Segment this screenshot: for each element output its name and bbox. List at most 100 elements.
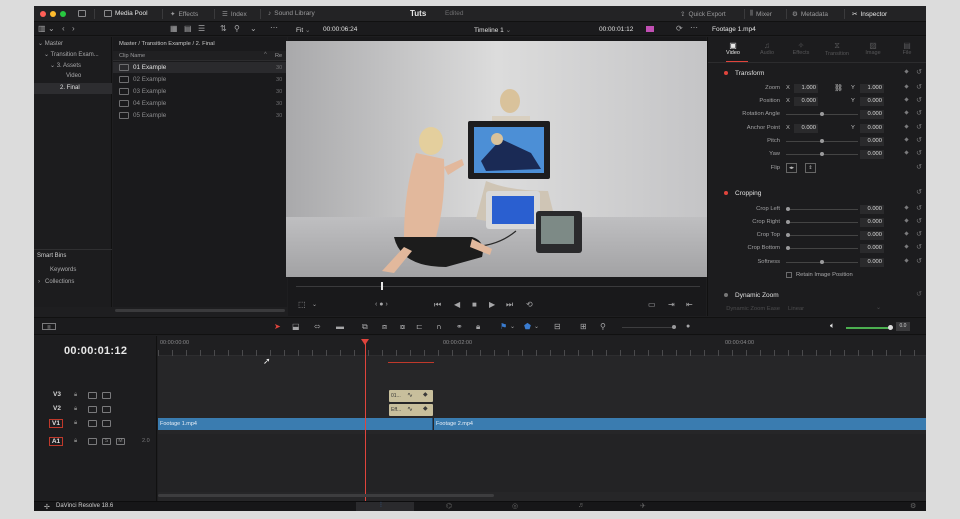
crop-right-slider[interactable]: [786, 220, 858, 224]
nav-forward-icon[interactable]: ›: [72, 25, 75, 33]
page-color-icon[interactable]: ◎: [512, 502, 518, 510]
slider-knob[interactable]: [786, 246, 790, 250]
reset-icon[interactable]: ↺: [916, 163, 922, 171]
track-name[interactable]: A1: [49, 437, 63, 446]
safe-area-icon[interactable]: ▭: [648, 301, 656, 309]
flip-vertical-icon[interactable]: ⇕: [805, 163, 816, 173]
play-reverse-icon[interactable]: ◀: [454, 301, 460, 309]
viewer-zoom-select[interactable]: Fit ⌄: [296, 26, 311, 34]
chevron-down-icon[interactable]: ⌄: [312, 301, 317, 309]
reset-icon[interactable]: ↺: [916, 217, 922, 225]
crop-left-field[interactable]: 0.000: [860, 205, 884, 214]
chevron-down-icon[interactable]: ⌄: [510, 323, 515, 331]
clip-row[interactable]: 04 Example: [119, 100, 166, 107]
selection-tool-icon[interactable]: ➤: [274, 323, 281, 331]
inspector-button[interactable]: ✂ Inspector: [852, 10, 887, 19]
slider-knob[interactable]: [820, 260, 824, 264]
track-visibility-icon[interactable]: [102, 392, 111, 399]
volume-slider[interactable]: [846, 325, 893, 330]
pitch-field[interactable]: 0.000: [860, 137, 884, 146]
play-icon[interactable]: ▶: [489, 301, 495, 309]
tab-audio[interactable]: ♫ Audio: [754, 41, 780, 56]
flag-icon[interactable]: ⚑: [500, 323, 507, 331]
bin-master[interactable]: ⌄ Master: [38, 40, 63, 47]
snapping-icon[interactable]: ⊏: [416, 323, 423, 331]
crop-top-slider[interactable]: [786, 233, 858, 237]
smart-bin-keywords[interactable]: Keywords: [50, 267, 76, 273]
keyframe-icon[interactable]: [904, 110, 909, 115]
rotation-field[interactable]: 0.000: [860, 110, 884, 119]
anchor-y-field[interactable]: 0.000: [860, 124, 884, 133]
page-edit-button[interactable]: ⫶: [356, 502, 414, 511]
page-fusion-icon[interactable]: ⌬: [446, 502, 452, 510]
zoom-in-icon[interactable]: ●: [686, 323, 690, 331]
volume-level-field[interactable]: 0.0: [896, 322, 910, 331]
playhead-line[interactable]: [365, 340, 366, 501]
keyframe-icon[interactable]: [904, 150, 909, 155]
audio-track-lane[interactable]: [158, 434, 926, 492]
keyframe-icon[interactable]: [904, 137, 909, 142]
solo-icon[interactable]: S: [102, 438, 111, 445]
keyframe-icon[interactable]: [904, 258, 909, 263]
link-clips-icon[interactable]: ⚭: [456, 323, 463, 331]
more-options-icon[interactable]: ⋯: [690, 24, 698, 32]
playhead-handle-icon[interactable]: [361, 339, 369, 345]
slider-knob[interactable]: [672, 325, 676, 329]
tab-image[interactable]: ▨ Image: [860, 41, 886, 56]
reset-icon[interactable]: ↺: [916, 68, 922, 76]
timeline-view-options-icon[interactable]: ▥: [42, 323, 56, 330]
media-pool-button[interactable]: Media Pool: [104, 10, 148, 17]
tab-effects[interactable]: ✧ Effects: [788, 41, 814, 56]
effects-button[interactable]: ✦ Effects: [170, 10, 198, 19]
snapping-magnet-icon[interactable]: ∩: [436, 323, 442, 331]
more-options-icon[interactable]: ⋯: [270, 24, 278, 32]
color-flag-icon[interactable]: [646, 26, 654, 32]
custom-zoom-icon[interactable]: ⚲: [600, 323, 606, 331]
reset-icon[interactable]: ↺: [916, 188, 922, 196]
jog-control-icon[interactable]: ‹ ● ›: [375, 301, 388, 309]
sort-chevron-icon[interactable]: ^: [264, 52, 267, 58]
reset-icon[interactable]: ↺: [916, 83, 922, 91]
bin-list-icon[interactable]: ▥: [38, 25, 46, 33]
slider-knob[interactable]: [888, 325, 893, 330]
softness-field[interactable]: 0.000: [860, 258, 884, 267]
thumbnail-view-icon[interactable]: ▦: [170, 25, 178, 33]
auto-select-icon[interactable]: [88, 406, 97, 413]
reset-icon[interactable]: ↺: [916, 123, 922, 131]
dynamic-zoom-section-header[interactable]: Dynamic Zoom ↺: [708, 289, 926, 302]
retain-image-position-checkbox[interactable]: [786, 272, 792, 278]
slider-knob[interactable]: [786, 233, 790, 237]
effect-clip-v2[interactable]: Eff... ∿ ◆: [389, 404, 433, 416]
detail-zoom-icon[interactable]: ⊞: [580, 323, 587, 331]
track-visibility-icon[interactable]: [102, 420, 111, 427]
crop-bottom-field[interactable]: 0.000: [860, 244, 884, 253]
skip-to-start-icon[interactable]: ⏮: [434, 301, 441, 309]
tab-transition[interactable]: ⧖ Transition: [822, 41, 852, 57]
reset-icon[interactable]: ↺: [916, 149, 922, 157]
marker-icon[interactable]: ⬟: [524, 323, 531, 331]
crop-top-field[interactable]: 0.000: [860, 231, 884, 240]
bin-final[interactable]: 2. Final: [60, 85, 80, 91]
minimize-window-button[interactable]: [50, 11, 56, 17]
softness-slider[interactable]: [786, 260, 858, 264]
list-view-icon[interactable]: ☰: [198, 25, 205, 33]
keyframe-icon[interactable]: [904, 69, 909, 74]
search-icon[interactable]: ⚲: [234, 25, 240, 33]
panel-toggle-icon[interactable]: [78, 10, 86, 17]
replace-clip-icon[interactable]: ⧇: [400, 323, 405, 331]
filmstrip-view-icon[interactable]: ▤: [184, 25, 192, 33]
reset-icon[interactable]: ↺: [916, 243, 922, 251]
timeline-timecode[interactable]: 00:00:01:12: [64, 345, 127, 357]
chevron-down-icon[interactable]: ⌄: [48, 25, 55, 33]
tab-file[interactable]: ▤ File: [894, 41, 920, 56]
match-frame-icon[interactable]: ⇥: [668, 301, 675, 309]
bin-transition-example[interactable]: ⌄ Transition Exam...: [44, 51, 99, 58]
clip-name-column-header[interactable]: Clip Name: [119, 53, 145, 59]
flip-horizontal-icon[interactable]: ◂▸: [786, 163, 797, 173]
pitch-slider[interactable]: [786, 139, 858, 143]
bin-assets[interactable]: ⌄ 3. Assets: [50, 62, 81, 69]
slider-knob[interactable]: [820, 152, 824, 156]
reset-icon[interactable]: ↺: [916, 204, 922, 212]
metadata-button[interactable]: ⚙ Metadata: [792, 10, 828, 19]
project-settings-icon[interactable]: ⚙: [910, 502, 916, 510]
